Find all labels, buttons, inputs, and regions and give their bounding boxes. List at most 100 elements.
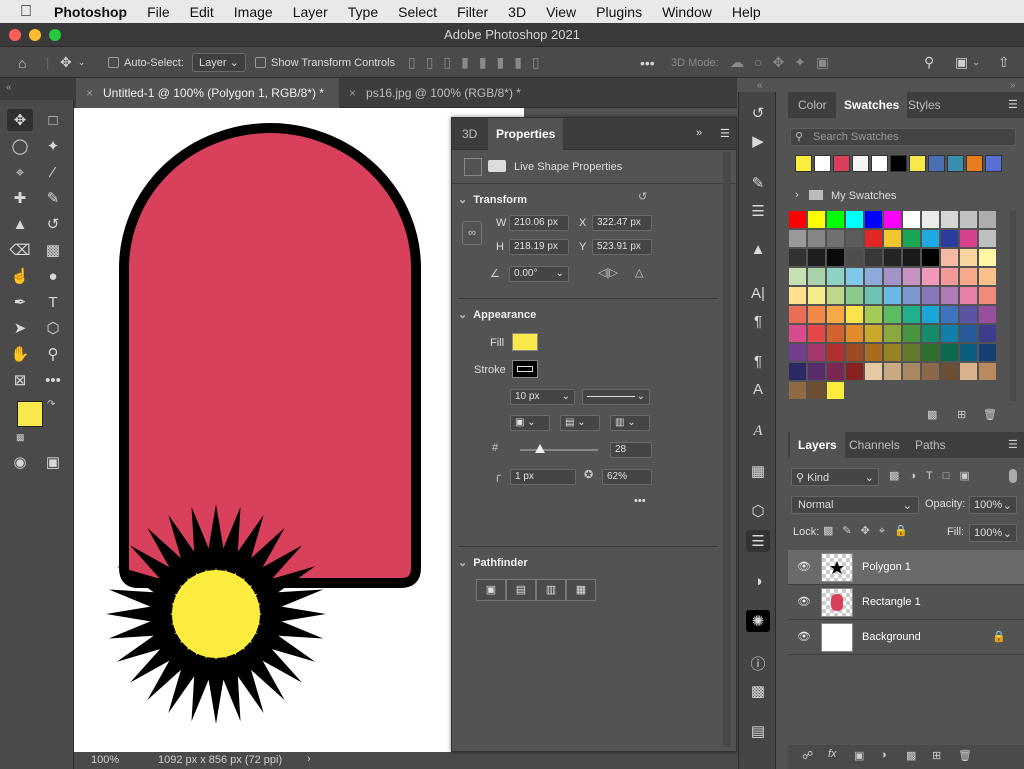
star-count-slider[interactable] <box>520 449 598 451</box>
layer-name[interactable]: Rectangle 1 <box>862 596 921 608</box>
menu-view[interactable]: View <box>536 4 586 20</box>
layer-row-polygon-1[interactable]: 👁 Polygon 1 <box>788 550 1024 585</box>
dodge-tool-icon[interactable]: ● <box>40 265 66 287</box>
swatch[interactable] <box>922 363 939 380</box>
swatch[interactable] <box>827 344 844 361</box>
swatch[interactable] <box>884 211 901 228</box>
layer-filter-icons[interactable]: ▩◑T□▣ <box>889 469 980 482</box>
swatch[interactable] <box>827 306 844 323</box>
combine-shapes-button[interactable]: ▣ <box>476 579 506 601</box>
transform-section-toggle[interactable]: ⌄ Transform <box>458 193 527 206</box>
menu-3d[interactable]: 3D <box>498 4 536 20</box>
paragraph-panel-icon[interactable]: ¶ <box>746 310 770 332</box>
foreground-color-swatch[interactable] <box>17 401 43 427</box>
frame-tool-icon[interactable]: ⊠ <box>7 369 33 391</box>
filter-toggle[interactable] <box>1009 469 1017 483</box>
layer-name[interactable]: Polygon 1 <box>862 561 911 573</box>
swatch[interactable] <box>865 268 882 285</box>
eraser-tool-icon[interactable]: ⌫ <box>7 239 33 261</box>
info-panel-icon[interactable]: ⓘ <box>746 652 770 674</box>
expand-dock-icon[interactable]: « <box>757 80 763 91</box>
blend-mode-dropdown[interactable]: Normal ⌄ <box>791 496 919 514</box>
swatch[interactable] <box>827 230 844 247</box>
swatch[interactable] <box>789 268 806 285</box>
swatch[interactable] <box>789 249 806 266</box>
add-mask-icon[interactable]: ▣ <box>854 749 864 762</box>
swatch[interactable] <box>941 344 958 361</box>
menu-type[interactable]: Type <box>338 4 388 20</box>
recent-swatch[interactable] <box>852 155 869 172</box>
tab-ps16[interactable]: × ps16.jpg @ 100% (RGB/8*) * <box>339 78 539 108</box>
swatch[interactable] <box>789 306 806 323</box>
menu-edit[interactable]: Edit <box>180 4 224 20</box>
show-transform-controls-checkbox[interactable]: Show Transform Controls <box>255 47 395 78</box>
swatch[interactable] <box>846 268 863 285</box>
move-tool-icon[interactable]: ✥ ⌄ <box>60 47 85 78</box>
swatch[interactable] <box>903 306 920 323</box>
edit-toolbar-icon[interactable]: ••• <box>40 369 66 391</box>
swatch[interactable] <box>884 287 901 304</box>
menu-image[interactable]: Image <box>224 4 283 20</box>
swatch[interactable] <box>827 249 844 266</box>
layer-name[interactable]: Background <box>862 631 921 643</box>
swatch[interactable] <box>922 287 939 304</box>
recent-swatch[interactable] <box>928 155 945 172</box>
quick-mask-icon[interactable]: ◉ <box>7 451 33 473</box>
swatch[interactable] <box>808 325 825 342</box>
3d-mode-icons[interactable]: ☁○✥✦▣ <box>730 47 839 78</box>
swatches-menu-icon[interactable]: ☰ <box>1008 98 1018 111</box>
swatch[interactable] <box>941 325 958 342</box>
close-tab-icon[interactable]: × <box>86 86 93 100</box>
hand-tool-icon[interactable]: ✋ <box>7 343 33 365</box>
recent-swatch[interactable] <box>795 155 812 172</box>
paragraph-styles-panel-icon[interactable]: ¶ <box>746 350 770 372</box>
adjustments-icon[interactable]: ◑ <box>746 570 770 592</box>
swatch[interactable] <box>865 306 882 323</box>
menu-plugins[interactable]: Plugins <box>586 4 652 20</box>
recent-swatch[interactable] <box>985 155 1002 172</box>
swatch[interactable] <box>827 325 844 342</box>
panel-menu-icon[interactable]: ☰ <box>720 127 730 140</box>
swatch[interactable] <box>941 211 958 228</box>
marquee-tool-icon[interactable]: □ <box>40 109 66 131</box>
brush-settings-panel-icon[interactable]: ✎ <box>746 172 770 194</box>
tab-layers[interactable]: Layers <box>790 432 845 458</box>
stroke-width-field[interactable]: 10 px ⌄ <box>510 389 575 405</box>
swatch[interactable] <box>846 287 863 304</box>
collapse-panels-icon[interactable]: » <box>1010 80 1016 91</box>
patterns-panel-icon[interactable]: ✺ <box>746 610 770 632</box>
glyphs-panel-icon[interactable]: A <box>746 420 770 442</box>
swatch[interactable] <box>827 363 844 380</box>
swatch[interactable] <box>884 306 901 323</box>
align-icons[interactable]: ▯▯▯▮▮▮▮▯ <box>408 47 550 78</box>
swatch[interactable] <box>846 363 863 380</box>
new-layer-icon[interactable]: ⊞ <box>932 749 941 762</box>
swatch[interactable] <box>827 382 844 399</box>
history-panel-icon[interactable]: ↺ <box>746 102 770 124</box>
layer-row-rectangle-1[interactable]: 👁 Rectangle 1 <box>788 585 1024 620</box>
swatch[interactable] <box>960 211 977 228</box>
type-tool-icon[interactable]: T <box>40 291 66 313</box>
pen-tool-icon[interactable]: ✒ <box>7 291 33 313</box>
swatch[interactable] <box>960 249 977 266</box>
recent-swatch[interactable] <box>909 155 926 172</box>
pathfinder-section-toggle[interactable]: ⌄ Pathfinder <box>458 556 528 569</box>
swap-colors-icon[interactable]: ↷ <box>47 399 55 410</box>
stroke-align-dropdown[interactable]: ▣ ⌄ <box>510 415 550 431</box>
swatch[interactable] <box>865 249 882 266</box>
eyedropper-tool-icon[interactable]: ⁄ <box>40 161 66 183</box>
auto-select-target-dropdown[interactable]: Layer ⌄ <box>192 53 246 72</box>
swatch[interactable] <box>789 325 806 342</box>
swatch[interactable] <box>903 363 920 380</box>
properties-panel-icon[interactable]: ☰ <box>746 530 770 552</box>
layer-filter-dropdown[interactable]: ⚲ Kind ⌄ <box>791 468 879 486</box>
swatch[interactable] <box>827 211 844 228</box>
swatch[interactable] <box>922 249 939 266</box>
tab-color[interactable]: Color <box>790 92 835 118</box>
new-group-icon[interactable]: ▩ <box>906 749 916 762</box>
delete-swatch-icon[interactable]: 🗑 <box>983 408 997 421</box>
swatch[interactable] <box>903 344 920 361</box>
collapse-panel-icon[interactable]: » <box>696 127 702 139</box>
tab-channels[interactable]: Channels <box>841 432 908 458</box>
swatch[interactable] <box>941 230 958 247</box>
